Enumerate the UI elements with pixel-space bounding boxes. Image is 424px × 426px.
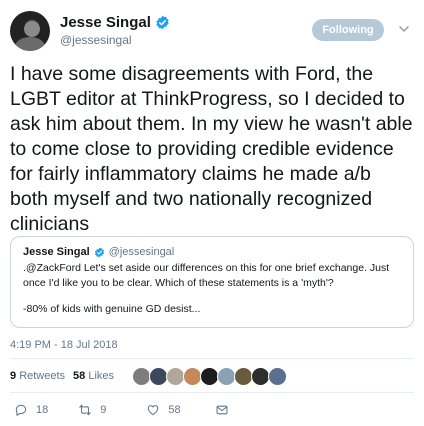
tweet-text: I have some disagreements with Ford, the… (10, 63, 413, 235)
liker-avatars (132, 366, 288, 386)
quoted-tweet-line: .@ZackFord Let's set aside our differenc… (23, 262, 390, 289)
likes-stat[interactable]: 58 Likes (73, 370, 114, 382)
retweets-count: 9 (10, 370, 17, 382)
likes-label: Likes (88, 370, 115, 382)
envelope-icon (216, 405, 228, 415)
quoted-tweet-header: Jesse Singal @jessesingal (23, 246, 401, 258)
following-button[interactable]: Following (312, 19, 384, 41)
direct-message-button[interactable] (215, 403, 229, 417)
retweets-label: Retweets (19, 370, 66, 382)
retweets-stat[interactable]: 9 Retweets (10, 370, 65, 382)
verified-badge-icon (156, 15, 169, 30)
liker-avatar[interactable] (268, 366, 288, 386)
quoted-display-name: Jesse Singal (23, 246, 90, 258)
tweet-actions: 18 9 58 (10, 402, 229, 418)
retweet-count: 9 (100, 404, 107, 416)
avatar[interactable] (10, 11, 50, 51)
quoted-tweet-body: .@ZackFord Let's set aside our differenc… (23, 261, 401, 317)
name-row: Jesse Singal (60, 14, 170, 31)
like-button[interactable]: 58 (146, 403, 181, 417)
reply-icon (15, 404, 27, 416)
quoted-handle: @jessesingal (108, 246, 175, 258)
heart-icon (148, 405, 159, 416)
avatar-figure (15, 37, 45, 51)
tweet-timestamp[interactable]: 4:19 PM - 18 Jul 2018 (10, 339, 118, 351)
retweet-icon (79, 404, 92, 416)
divider (10, 358, 414, 359)
chevron-down-icon[interactable] (398, 23, 410, 35)
retweet-button[interactable]: 9 (78, 403, 106, 417)
avatar-highlight (24, 21, 40, 37)
quoted-tweet[interactable]: Jesse Singal @jessesingal .@ZackFord Let… (10, 236, 414, 328)
quoted-tweet-line: -80% of kids with genuine GD desist... (23, 303, 201, 315)
handle[interactable]: @jessesingal (60, 33, 132, 47)
divider (10, 392, 414, 393)
likes-count: 58 (73, 370, 86, 382)
tweet-header: Jesse Singal @jessesingal Following (10, 10, 414, 52)
reply-button[interactable]: 18 (14, 403, 48, 417)
like-count: 58 (168, 404, 181, 416)
display-name[interactable]: Jesse Singal (60, 14, 151, 31)
reply-count: 18 (36, 404, 49, 416)
engagement-stats: 9 Retweets 58 Likes (10, 364, 288, 388)
verified-badge-icon (94, 246, 104, 258)
